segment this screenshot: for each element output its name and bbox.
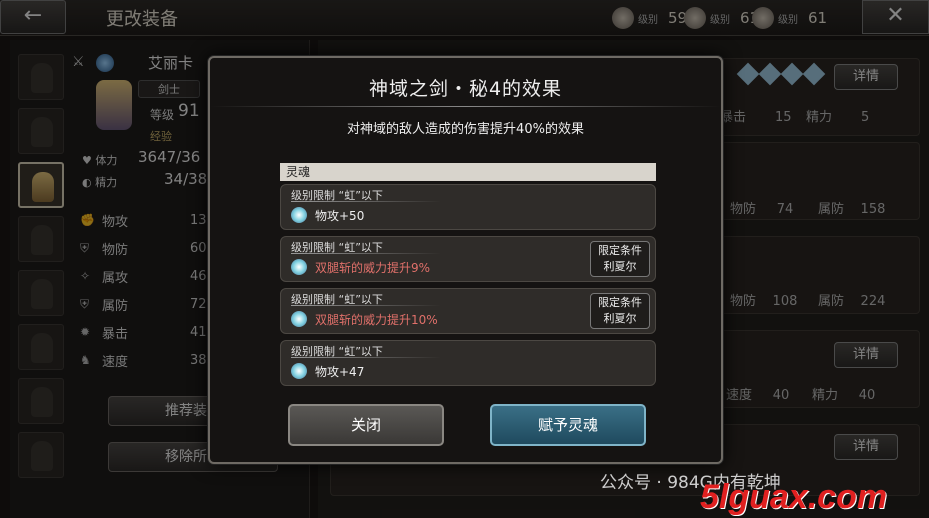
dialog-subtitle: 对神域的敌人造成的伤害提升40%的效果 [347,122,584,137]
soul-gem-icon [291,207,307,223]
site-watermark: 5lguax.com [700,478,888,516]
close-button[interactable]: 关闭 [288,404,444,446]
divider [210,106,721,107]
condition-badge: 限定条件 利夏尔 [590,241,650,277]
condition-badge: 限定条件 利夏尔 [590,293,650,329]
soul-entry[interactable]: 级别限制 “虹”以下 双腿斩的威力提升9% 限定条件 利夏尔 [280,236,656,282]
soul-gem-icon [291,311,307,327]
effect-dialog: 神域之剑・秘4的效果 对神域的敌人造成的伤害提升40%的效果 灵魂 级别限制 “… [208,56,723,464]
soul-entry[interactable]: 级别限制 “虹”以下 物攻+50 [280,184,656,230]
section-header: 灵魂 [280,163,656,181]
soul-gem-icon [291,259,307,275]
soul-entry[interactable]: 级别限制 “虹”以下 物攻+47 [280,340,656,386]
dialog-title: 神域之剑・秘4的效果 [368,78,563,100]
soul-entry[interactable]: 级别限制 “虹”以下 双腿斩的威力提升10% 限定条件 利夏尔 [280,288,656,334]
soul-gem-icon [291,363,307,379]
grant-soul-button[interactable]: 赋予灵魂 [490,404,646,446]
